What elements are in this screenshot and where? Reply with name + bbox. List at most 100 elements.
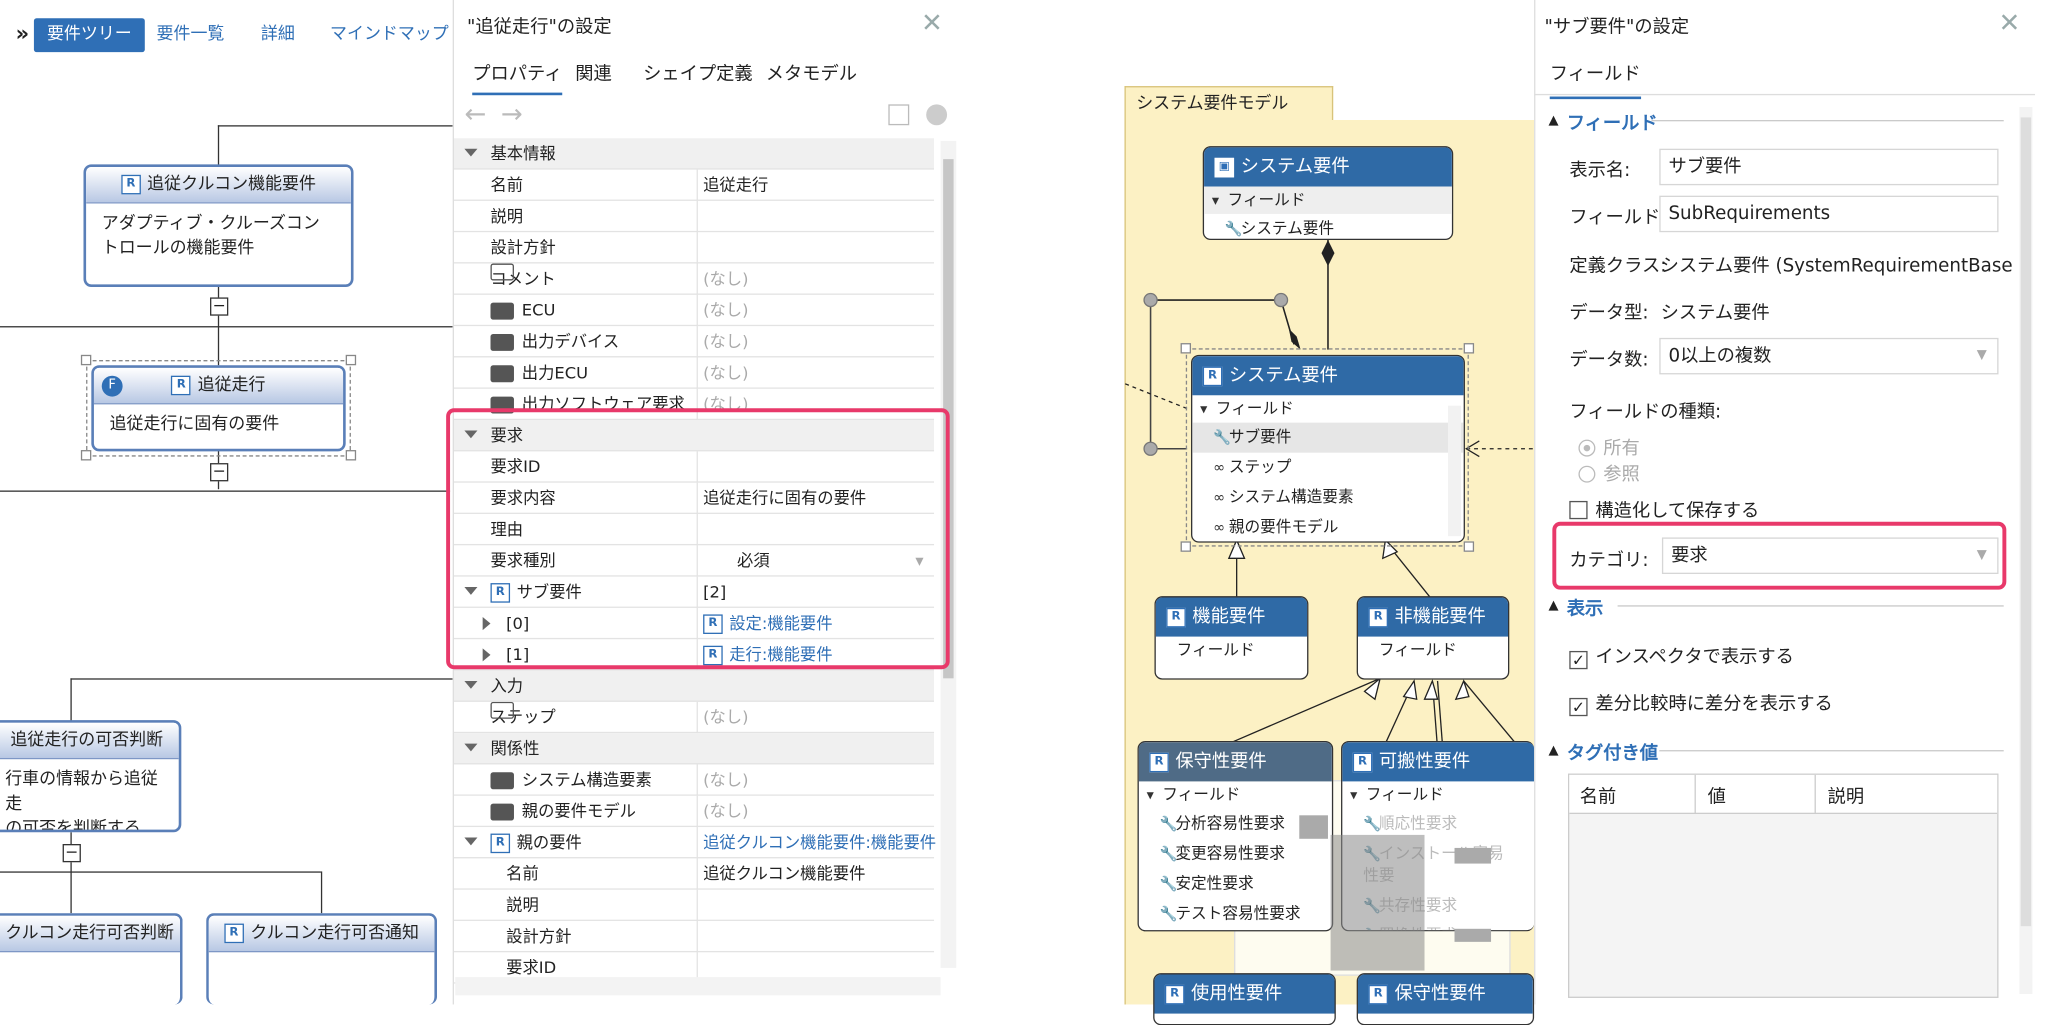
grid-row[interactable]: ステップ (なし)	[453, 701, 935, 734]
collapse-triangle-icon[interactable]	[464, 837, 478, 846]
property-value[interactable]: 追従クルコン機能要件	[696, 858, 934, 890]
count-select[interactable]: 0以上の複数 ▼	[1659, 337, 1999, 375]
tab-shape-definition[interactable]: シェイプ定義	[643, 60, 753, 86]
col-name[interactable]: 名前	[1580, 783, 1617, 809]
class-functional-requirement[interactable]: R 機能要件 フィールド	[1154, 596, 1309, 680]
property-value[interactable]: 追従走行	[696, 169, 934, 201]
grid-row[interactable]: コメント (なし)	[453, 263, 935, 295]
show-inspector-checkbox[interactable]: ✓ インスペクタで表示する	[1569, 643, 1794, 670]
grid-row[interactable]: 出力デバイス (なし)	[453, 326, 935, 358]
property-value[interactable]	[696, 889, 934, 921]
expand-icon[interactable]: ▾	[1200, 399, 1216, 420]
collapse-triangle-icon[interactable]	[464, 743, 478, 752]
collapse-toggle[interactable]: −	[210, 297, 229, 316]
resize-handle[interactable]	[1463, 343, 1475, 354]
collapse-triangle-icon[interactable]: ▲	[1548, 599, 1558, 613]
tab-mindmap[interactable]: マインドマップ	[317, 18, 462, 52]
property-value[interactable]: (なし)	[696, 326, 934, 358]
grid-row[interactable]: 設計方針	[453, 232, 935, 264]
grid-row[interactable]: 名前 追従クルコン機能要件	[453, 858, 935, 890]
col-description[interactable]: 説明	[1828, 783, 1865, 809]
grid-row[interactable]: 説明	[453, 200, 935, 233]
field-item[interactable]: 🔧変更容易性要求	[1139, 839, 1332, 869]
grid-category[interactable]: 基本情報	[453, 138, 935, 170]
back-arrow-icon[interactable]: ←	[464, 98, 486, 129]
fields-header[interactable]: ▾ フィールド	[1192, 395, 1463, 422]
collapse-triangle-icon[interactable]: ▲	[1548, 744, 1558, 758]
grid-row[interactable]: R 親の要件 追従クルコン機能要件:機能要件	[453, 827, 936, 859]
class-usability-requirement[interactable]: R 使用性要件	[1153, 973, 1336, 1025]
h-scrollbar[interactable]	[455, 977, 941, 996]
grid-row[interactable]: システム構造要素 (なし)	[453, 764, 935, 796]
kind-option-own[interactable]: 所有	[1578, 434, 1640, 460]
navigate-icon[interactable]	[926, 104, 948, 126]
resize-handle[interactable]	[80, 450, 92, 461]
grid-row[interactable]: 出力ECU (なし)	[453, 357, 935, 389]
class-system-requirement-center[interactable]: R システム要件 ▾ フィールド 🔧サブ要件 ∞ ステップ ∞ システム構造要素 ∞ 親の要件モ…	[1191, 354, 1465, 543]
tab-property[interactable]: プロパティ	[472, 60, 563, 96]
collapse-toggle[interactable]: −	[210, 463, 229, 482]
property-value[interactable]: 追従クルコン機能要件:機能要件	[696, 827, 936, 859]
tab-metamodel[interactable]: メタモデル	[766, 60, 857, 86]
property-value[interactable]	[696, 232, 934, 264]
field-list-scrollbar[interactable]	[1447, 405, 1462, 537]
field-item[interactable]: ∞ ステップ	[1192, 453, 1463, 483]
resize-handle[interactable]	[1463, 541, 1475, 552]
collapse-triangle-icon[interactable]: ▲	[1548, 113, 1558, 127]
field-item[interactable]: ∞ 親の要件モデル	[1192, 513, 1463, 542]
col-value[interactable]: 値	[1708, 783, 1726, 809]
grid-row[interactable]: ECU (なし)	[453, 294, 935, 327]
resize-handle[interactable]	[1180, 343, 1192, 354]
property-value[interactable]: (なし)	[696, 701, 934, 734]
resize-handle[interactable]	[345, 354, 357, 366]
tab-requirement-list[interactable]: 要件一覧	[143, 18, 237, 52]
expand-icon[interactable]: ▾	[1350, 785, 1366, 806]
grid-row[interactable]: 親の要件モデル (なし)	[453, 795, 935, 828]
field-item[interactable]: 🔧テスト容易性要求	[1139, 899, 1332, 929]
tab-requirement-tree[interactable]: 要件ツリー	[33, 18, 145, 53]
collapse-toggle[interactable]: −	[62, 844, 81, 863]
grid-category[interactable]: 関係性	[453, 733, 935, 765]
field-item[interactable]: 🔧法規・制約要求	[1139, 929, 1332, 930]
property-value[interactable]: (なし)	[696, 764, 934, 796]
resize-handle[interactable]	[345, 450, 357, 461]
show-diff-checkbox[interactable]: ✓ 差分比較時に差分を表示する	[1569, 690, 1833, 717]
nav-chevron[interactable]: »	[16, 21, 29, 46]
model-tab[interactable]: システム要件モデル	[1124, 86, 1334, 121]
close-icon[interactable]: ✕	[1998, 7, 2020, 38]
metamodel-icon[interactable]	[888, 104, 910, 126]
forward-arrow-icon[interactable]: →	[501, 98, 523, 129]
field-item[interactable]: 🔧安定性要求	[1139, 869, 1332, 899]
resize-handle[interactable]	[80, 354, 92, 366]
class-nonfunctional-requirement[interactable]: R 非機能要件 フィールド	[1356, 596, 1510, 680]
property-value[interactable]	[696, 920, 934, 953]
close-icon[interactable]: ✕	[921, 7, 943, 38]
resize-handle[interactable]	[1180, 541, 1192, 552]
tab-detail[interactable]: 詳細	[248, 18, 308, 52]
grid-row[interactable]: 設計方針	[453, 920, 935, 953]
grid-row[interactable]: 名前 追従走行	[453, 169, 935, 201]
panel-scroll-thumb[interactable]	[2020, 117, 2032, 927]
structured-save-checkbox[interactable]: 構造化して保存する	[1569, 497, 1759, 523]
collapse-triangle-icon[interactable]	[464, 148, 478, 157]
grid-category[interactable]: 入力	[453, 670, 935, 702]
field-name-input[interactable]: SubRequirements	[1659, 195, 1999, 233]
display-name-input[interactable]: サブ要件	[1659, 148, 1999, 186]
class-system-requirement-top[interactable]: ▣ システム要件 ▾ フィールド 🔧システム要件	[1202, 146, 1454, 241]
tab-relation[interactable]: 関連	[575, 60, 612, 86]
field-item[interactable]: ∞ システム構造要素	[1192, 483, 1463, 513]
field-item[interactable]: 🔧サブ要件	[1192, 422, 1464, 453]
property-value[interactable]: (なし)	[696, 357, 934, 389]
property-value[interactable]: (なし)	[696, 294, 934, 327]
node-cruise-notification[interactable]: R クルコン走行可否通知	[206, 913, 438, 1005]
node-follow-feasibility[interactable]: 追従走行の可否判断 行車の情報から追従走 の可否を判断する	[0, 720, 182, 833]
property-value[interactable]	[696, 200, 934, 233]
kind-option-ref[interactable]: 参照	[1578, 460, 1640, 486]
expand-icon[interactable]: ▾	[1147, 785, 1163, 806]
grid-row[interactable]: 説明	[453, 889, 935, 921]
class-maintainability-requirement-2[interactable]: R 保守性要件	[1356, 973, 1535, 1025]
property-value[interactable]: (なし)	[696, 795, 934, 828]
node-acc-functional-requirement[interactable]: R 追従クルコン機能要件 アダプティブ・クルーズコン トロールの機能要件	[83, 164, 354, 287]
node-cruise-feasibility[interactable]: クルコン走行可否判断	[0, 913, 183, 1005]
collapse-triangle-icon[interactable]	[464, 680, 478, 689]
